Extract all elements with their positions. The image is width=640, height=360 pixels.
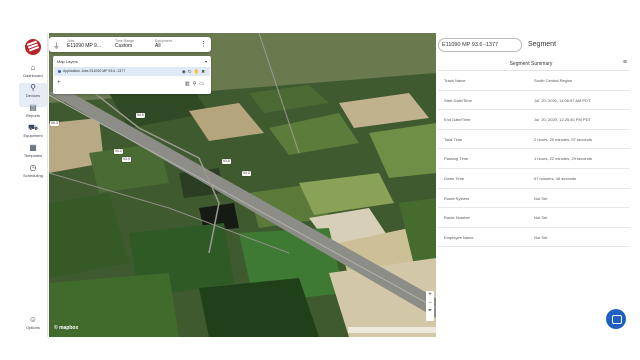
nav-label: Options	[26, 325, 40, 330]
row-value: Not Set	[534, 234, 548, 240]
segment-summary-table: Track Name South Central Region Start Da…	[438, 71, 630, 248]
row-key: Down Time	[444, 175, 465, 181]
zoom-control: + − ⌖	[426, 291, 434, 321]
segment-heading: Segment	[528, 41, 557, 48]
layer-actions: ◉↻✋✖	[182, 67, 207, 76]
map-pin-icon: ⚲	[30, 83, 36, 92]
user-icon: ☺	[28, 315, 38, 324]
layers-title: Map Layers	[57, 59, 78, 64]
summary-row: Total Time 2 hours, 20 minutes, 57 secon…	[438, 130, 630, 150]
more-options-icon[interactable]: ⋮	[200, 40, 207, 48]
summary-row: Employee Name Not Set	[438, 228, 630, 248]
nav-label: Devices	[25, 93, 41, 98]
filter-icon[interactable]: ⏚	[53, 41, 60, 51]
app-window: ⌂ Dashboard ⚲ Devices ▤ Reports ⛟ Equipm…	[18, 33, 632, 337]
map-pin[interactable]: 93.3	[242, 171, 251, 176]
row-key: Passing Time	[444, 156, 469, 162]
layers-footer: + ▥⚲▭	[57, 80, 207, 90]
comment-icon[interactable]: ▭	[199, 81, 207, 87]
template-icon: ▦	[29, 143, 37, 152]
map-attribution-bar	[348, 327, 436, 333]
map-pin[interactable]: 93.2	[114, 149, 123, 154]
clock-icon: ◷	[29, 163, 37, 172]
row-value: Jul. 20, 2020, 12:25:40 PM PDT	[534, 117, 591, 123]
row-key: Track Name	[444, 78, 466, 83]
home-icon: ⌂	[30, 63, 36, 72]
compass-icon[interactable]: ⌖	[426, 307, 434, 315]
nav-label: Templates	[23, 153, 43, 158]
layer-name: Application Jobs E11090 MP 93.6 -1377	[63, 69, 126, 73]
brand-logo[interactable]	[25, 39, 41, 55]
chat-support-button[interactable]	[606, 309, 626, 329]
row-key: Route Number	[444, 215, 471, 221]
nav-label: Equipment	[23, 133, 43, 138]
map-pin[interactable]: 94.9	[136, 113, 145, 118]
row-value: 2 hours, 20 minutes, 57 seconds	[534, 136, 592, 142]
equipment-filter[interactable]: Equipment All	[155, 39, 172, 49]
row-key: End Date/Time	[444, 117, 471, 123]
summary-row: Passing Time 1 hours, 22 minutes, 29 sec…	[438, 149, 630, 169]
zoom-out-button[interactable]: −	[426, 299, 434, 307]
nav-label: Dashboard	[23, 73, 43, 78]
nav-item-options[interactable]: ☺ Options	[19, 315, 47, 339]
mapbox-logo: © mapbox	[54, 325, 79, 331]
nav-item-scheduling[interactable]: ◷ Scheduling	[19, 163, 47, 187]
row-key: Start Date/Time	[444, 97, 472, 103]
summary-row: Route Number Not Set	[438, 208, 630, 228]
map-pin[interactable]: 93.8	[222, 159, 231, 164]
time-range-filter[interactable]: Time Range Custom	[115, 39, 134, 49]
layer-item[interactable]: Application Jobs E11090 MP 93.6 -1377 ◉↻…	[54, 67, 210, 76]
summary-row: Track Name South Central Region	[438, 71, 630, 91]
truck-icon: ⛟	[27, 123, 39, 132]
row-key: Employee Name	[444, 234, 474, 240]
map-pin[interactable]: 95.3	[50, 121, 59, 126]
summary-row: Start Date/Time Jul. 20, 2020, 11:06:57 …	[438, 91, 630, 111]
map-layers-panel: Map Layers ▾ Application Jobs E11090 MP …	[53, 56, 211, 94]
menu-icon[interactable]: ≡	[623, 59, 627, 66]
summary-row: Down Time 57 minutes, 48 seconds	[438, 169, 630, 189]
nav-label: Reports	[25, 113, 40, 118]
row-value: Jul. 20, 2020, 11:06:57 AM PDT	[534, 97, 591, 103]
summary-title: Segment Summary	[509, 61, 553, 67]
filter-value: Custom	[115, 43, 133, 49]
nav-rail: ⌂ Dashboard ⚲ Devices ▤ Reports ⛟ Equipm…	[18, 33, 48, 337]
filter-value: All	[155, 43, 161, 49]
row-key: Total Time	[444, 136, 463, 142]
chevron-down-icon[interactable]: ▾	[205, 58, 207, 65]
row-value: 1 hours, 22 minutes, 29 seconds	[534, 156, 592, 162]
layer-tools: ▥⚲▭	[185, 81, 207, 87]
segment-id-chip[interactable]: E11090 MP 93.6 -1377	[438, 38, 522, 52]
row-value: Not Set	[534, 215, 548, 221]
layers-header[interactable]: Map Layers ▾	[57, 58, 207, 65]
row-value: South Central Region	[534, 78, 573, 83]
map-pin[interactable]: 93.9	[122, 157, 131, 162]
summary-row: Route System Not Set	[438, 189, 630, 209]
add-layer-button[interactable]: +	[57, 80, 61, 86]
nav-label: Scheduling	[23, 173, 43, 178]
document-icon: ▤	[29, 103, 37, 112]
filter-bar: ⏚ Jobs E11090 MP 9... Time Range Custom …	[49, 37, 211, 52]
segment-summary-header: Segment Summary ≡	[438, 57, 630, 71]
row-key: Route System	[444, 195, 470, 201]
jobs-filter[interactable]: Jobs E11090 MP 9...	[67, 39, 101, 49]
zoom-in-button[interactable]: +	[426, 291, 434, 299]
row-value: 57 minutes, 48 seconds	[534, 175, 577, 181]
summary-row: End Date/Time Jul. 20, 2020, 12:25:40 PM…	[438, 110, 630, 130]
delete-icon[interactable]: ✖	[201, 69, 207, 74]
map-icon[interactable]: ▥	[185, 81, 193, 87]
row-value: Not Set	[534, 195, 548, 201]
filter-value: E11090 MP 9...	[67, 43, 102, 49]
layer-color-icon	[58, 69, 61, 73]
